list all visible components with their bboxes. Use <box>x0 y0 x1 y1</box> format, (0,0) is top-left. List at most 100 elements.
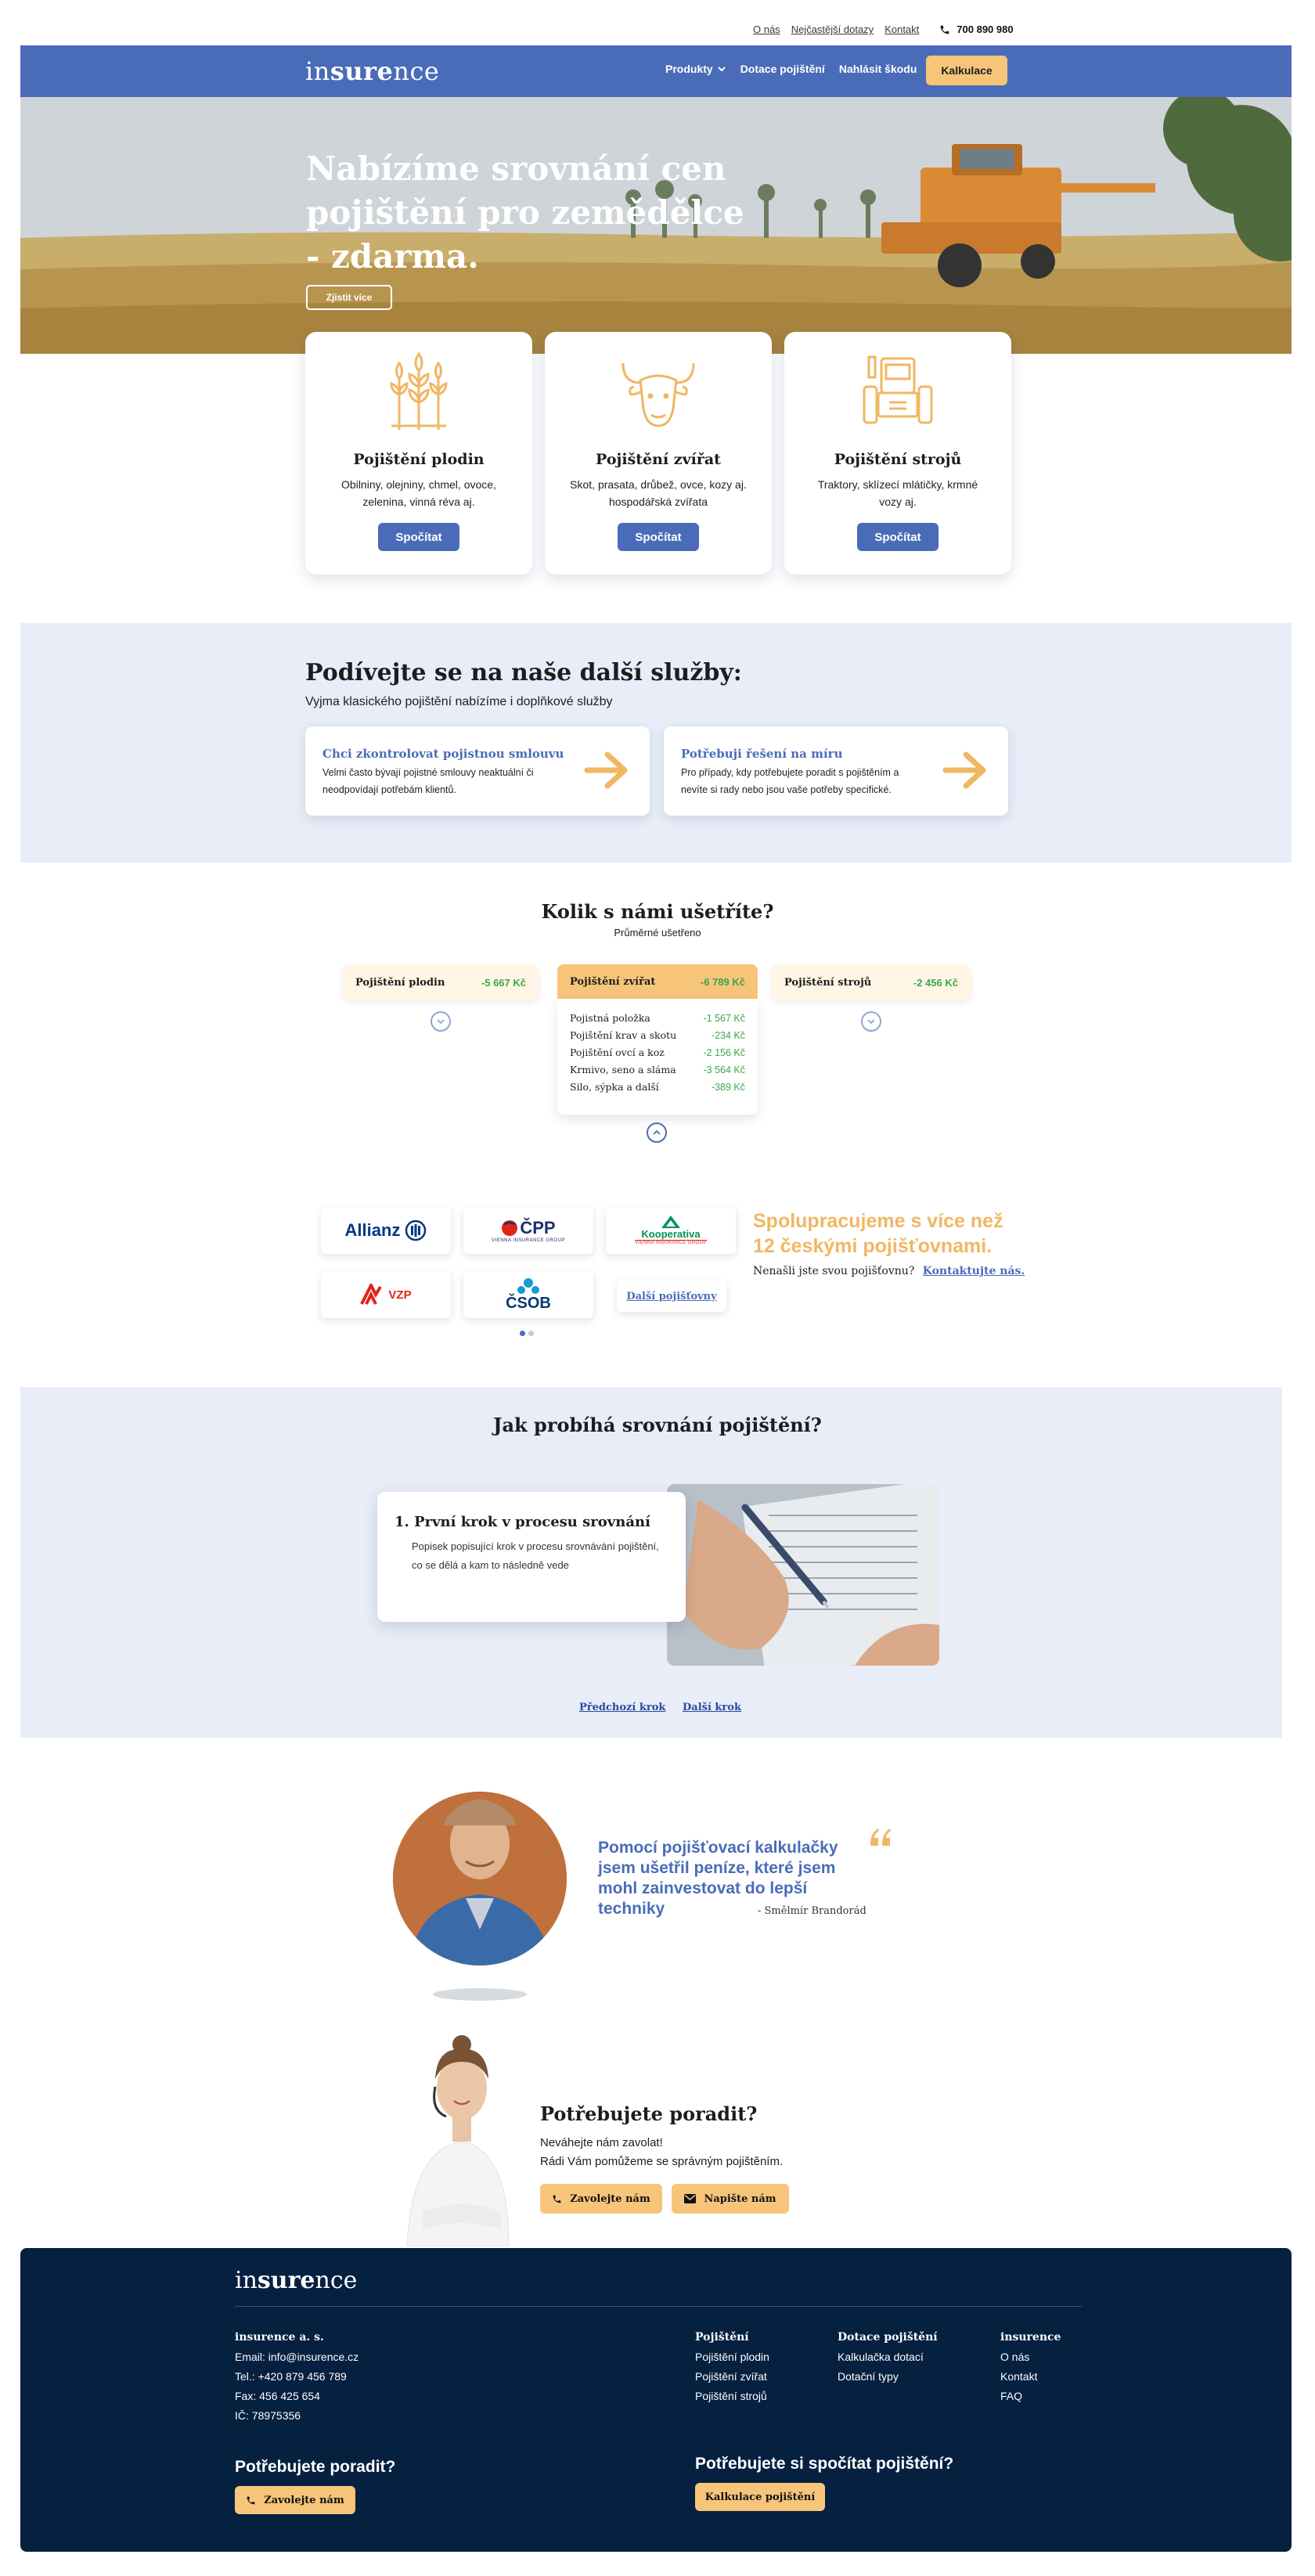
hero-title: Nabízíme srovnání cen pojištění pro země… <box>306 150 744 276</box>
call-us-button[interactable]: Zavolejte nám <box>540 2184 662 2214</box>
advice-title: Potřebujete poradit? <box>540 2102 758 2125</box>
page: O nás Nejčastější dotazy Kontakt 700 890… <box>0 0 1315 2576</box>
list-item: Pojištění krav a skotu -234 Kč <box>570 1029 745 1041</box>
footer-link[interactable]: Dotační typy <box>838 2367 938 2387</box>
footer-email[interactable]: Email: info@insurence.cz <box>235 2347 358 2367</box>
footer-link[interactable]: Kalkulačka dotací <box>838 2347 938 2367</box>
partner-cpp[interactable]: ČPP VIENNA INSURANCE GROUP <box>463 1207 593 1254</box>
testimonial-photo <box>393 1792 567 2001</box>
utility-bar: O nás Nejčastější dotazy Kontakt 700 890… <box>753 23 1014 35</box>
service-title: Chci zkontrolovat pojistnou smlouvu <box>322 747 564 761</box>
product-title: Pojištění zvířat <box>596 451 721 468</box>
process-photo <box>667 1484 939 1666</box>
service-desc: Velmi často bývají pojistné smlouvy neak… <box>322 767 534 795</box>
footer-link[interactable]: Kontakt <box>1000 2367 1061 2387</box>
carousel-dot[interactable] <box>528 1331 534 1336</box>
partner-csob[interactable]: ČSOB <box>463 1271 593 1318</box>
expand-machines-button[interactable] <box>861 1011 881 1032</box>
quote-icon <box>870 1828 891 1846</box>
partners-title: Spolupracujeme s více než 12 českými poj… <box>753 1210 1003 1257</box>
more-insurers-button[interactable]: Další pojišťovny <box>617 1281 726 1312</box>
write-us-button[interactable]: Napište nám <box>672 2184 789 2214</box>
calc-button[interactable]: Kalkulace <box>926 56 1007 85</box>
services-title: Podívejte se na naše další služby: <box>305 659 742 686</box>
nav-products[interactable]: Produkty <box>665 63 726 75</box>
carousel-dots <box>520 1331 534 1336</box>
calculate-animals-button[interactable]: Spočítat <box>618 523 699 551</box>
footer-link[interactable]: Pojištění zvířat <box>695 2367 769 2387</box>
hero: Nabízíme srovnání cen pojištění pro země… <box>20 97 1292 354</box>
mail-icon <box>684 2194 697 2203</box>
arrow-right-icon <box>584 751 628 789</box>
footer-link[interactable]: FAQ <box>1000 2387 1061 2406</box>
contact-us-link[interactable]: Kontaktujte nás. <box>923 1265 1025 1277</box>
expand-crops-button[interactable] <box>431 1011 451 1032</box>
nav-report-damage[interactable]: Nahlásit škodu <box>839 63 917 75</box>
footer-calc-button[interactable]: Kalkulace pojištění <box>695 2483 825 2511</box>
step-desc: Popisek popisující krok v procesu srovná… <box>412 1540 659 1571</box>
footer-link[interactable]: Pojištění plodin <box>695 2347 769 2367</box>
step-title: 1. První krok v procesu srovnání <box>394 1514 650 1530</box>
nav-links: Produkty Dotace pojištění Nahlásit škodu <box>665 63 917 75</box>
footer-col-insurance: Pojištění Pojištění plodin Pojištění zví… <box>695 2328 769 2406</box>
service-title: Potřebuji řešení na míru <box>681 747 843 761</box>
footer-ic: IČ: 78975356 <box>235 2409 301 2422</box>
partners-question: Nenašli jste svou pojišťovnu? Kontaktujt… <box>753 1265 1025 1277</box>
footer-logo[interactable]: insurence <box>235 2267 357 2294</box>
footer-col-subsidies: Dotace pojištění Kalkulačka dotací Dotač… <box>838 2328 938 2387</box>
footer-link[interactable]: O nás <box>1000 2347 1061 2367</box>
phone-link[interactable]: 700 890 980 <box>939 23 1014 35</box>
list-item: Pojistná položka -1 567 Kč <box>570 1012 745 1024</box>
csob-logo-icon <box>517 1277 539 1294</box>
logo[interactable]: insurence <box>305 56 439 86</box>
link-faq[interactable]: Nejčastější dotazy <box>791 23 874 35</box>
signing-document-image <box>667 1484 939 1666</box>
savings-subtitle: Průměrné ušetřeno <box>614 927 701 939</box>
cpp-logo-icon <box>502 1220 518 1236</box>
savings-detail-list: Pojistná položka -1 567 Kč Pojištění krav… <box>557 999 758 1115</box>
carousel-dot-active[interactable] <box>520 1331 525 1336</box>
process-step-card: 1. První krok v procesu srovnání Popisek… <box>377 1492 686 1622</box>
service-desc: Pro případy, kdy potřebujete poradit s p… <box>681 767 899 795</box>
calculate-crops-button[interactable]: Spočítat <box>378 523 459 551</box>
footer-tel[interactable]: Tel.: +420 879 456 789 <box>235 2367 358 2387</box>
partner-allianz[interactable]: Allianz <box>321 1207 451 1254</box>
footer-calc-title: Potřebujete si spočítat pojištění? <box>695 2455 954 2473</box>
footer-link[interactable]: Pojištění strojů <box>695 2387 769 2406</box>
partner-vzp[interactable]: VZP <box>321 1271 451 1318</box>
chevron-down-icon <box>867 1019 875 1025</box>
savings-card-animals[interactable]: Pojištění zvířat -6 789 Kč <box>557 964 758 999</box>
advice-text: Neváhejte nám zavolat! Rádi Vám pomůžeme… <box>540 2136 784 2168</box>
hero-more-button[interactable]: Zjistit více <box>306 285 392 310</box>
footer-fax: Fax: 456 425 654 <box>235 2390 320 2402</box>
list-item: Pojištění ovcí a koz -2 156 Kč <box>570 1047 745 1058</box>
next-step-link[interactable]: Další krok <box>683 1702 741 1713</box>
service-card-check-contract[interactable]: Chci zkontrolovat pojistnou smlouvu Velm… <box>305 726 650 816</box>
product-title: Pojištění strojů <box>834 451 962 468</box>
chevron-down-icon <box>717 67 726 72</box>
savings-card-machines[interactable]: Pojištění strojů -2 456 Kč <box>772 965 971 1000</box>
link-contact[interactable]: Kontakt <box>884 23 919 35</box>
phone-number: 700 890 980 <box>957 23 1014 35</box>
service-card-custom-solution[interactable]: Potřebuji řešení na míru Pro případy, kd… <box>664 726 1008 816</box>
calculate-machines-button[interactable]: Spočítat <box>857 523 939 551</box>
footer-call-button[interactable]: Zavolejte nám <box>235 2486 355 2514</box>
link-about[interactable]: O nás <box>753 23 780 35</box>
footer-col-insurence: insurence O nás Kontakt FAQ <box>1000 2328 1061 2406</box>
main-nav <box>20 45 1292 97</box>
support-agent-photo <box>406 2035 510 2246</box>
allianz-logo-icon <box>405 1220 427 1241</box>
collapse-animals-button[interactable] <box>647 1122 667 1143</box>
savings-card-crops[interactable]: Pojištění plodin -5 667 Kč <box>343 965 539 1000</box>
phone-icon <box>553 2195 561 2203</box>
product-desc: Traktory, sklízecí mlátičky, krmné vozy … <box>817 478 978 508</box>
chevron-down-icon <box>437 1019 445 1025</box>
prev-step-link[interactable]: Předchozí krok <box>579 1702 665 1713</box>
list-item: Krmivo, seno a sláma -3 564 Kč <box>570 1064 745 1075</box>
product-card-crops: Pojištění plodin Obilniny, olejniny, chm… <box>305 332 532 575</box>
partner-kooperativa[interactable]: Kooperativa VIENNA INSURANCE GROUP <box>606 1207 736 1254</box>
product-desc: Obilniny, olejniny, chmel, ovoce, zeleni… <box>341 478 496 508</box>
vzp-logo-icon <box>360 1284 383 1305</box>
wheat-icon <box>390 351 448 431</box>
nav-subsidies[interactable]: Dotace pojištění <box>740 63 825 75</box>
